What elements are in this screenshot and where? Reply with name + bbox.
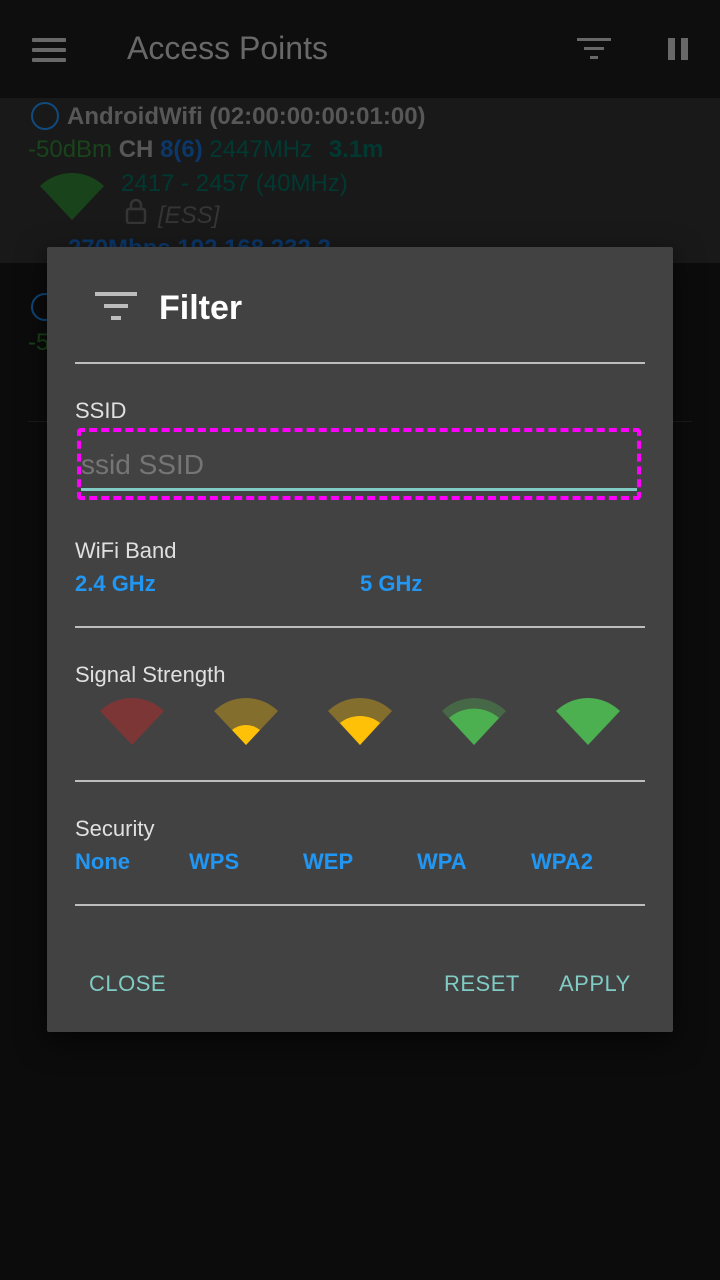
security-option-wps[interactable]: WPS: [189, 849, 239, 875]
reset-button[interactable]: RESET: [444, 971, 520, 997]
wifi-signal-3-icon[interactable]: [442, 695, 506, 747]
ssid-input[interactable]: [81, 447, 637, 483]
wifi-signal-1-icon[interactable]: [214, 695, 278, 747]
security-option-wep[interactable]: WEP: [303, 849, 353, 875]
divider: [75, 362, 645, 364]
wifi-signal-0-icon[interactable]: [100, 695, 164, 747]
wifi-signal-4-icon[interactable]: [556, 695, 620, 747]
band-option-2-4ghz[interactable]: 2.4 GHz: [75, 571, 156, 597]
apply-button[interactable]: APPLY: [559, 971, 631, 997]
divider: [75, 904, 645, 906]
close-button[interactable]: CLOSE: [89, 971, 166, 997]
divider: [75, 626, 645, 628]
ssid-label: SSID: [75, 398, 127, 423]
security-option-none[interactable]: None: [75, 849, 130, 875]
dialog-title: Filter: [159, 289, 243, 327]
signal-strength-label: Signal Strength: [75, 662, 226, 687]
security-option-wpa2[interactable]: WPA2: [531, 849, 593, 875]
security-option-wpa[interactable]: WPA: [417, 849, 467, 875]
divider: [75, 780, 645, 782]
security-label: Security: [75, 816, 155, 841]
filter-dialog: Filter SSID WiFi Band 2.4 GHz 5 GHz Sign…: [47, 247, 673, 1032]
filter-icon: [95, 292, 137, 320]
ssid-underline: [81, 488, 637, 491]
wifi-signal-2-icon[interactable]: [328, 695, 392, 747]
band-option-5ghz[interactable]: 5 GHz: [360, 571, 422, 597]
wifi-band-label: WiFi Band: [75, 538, 177, 563]
